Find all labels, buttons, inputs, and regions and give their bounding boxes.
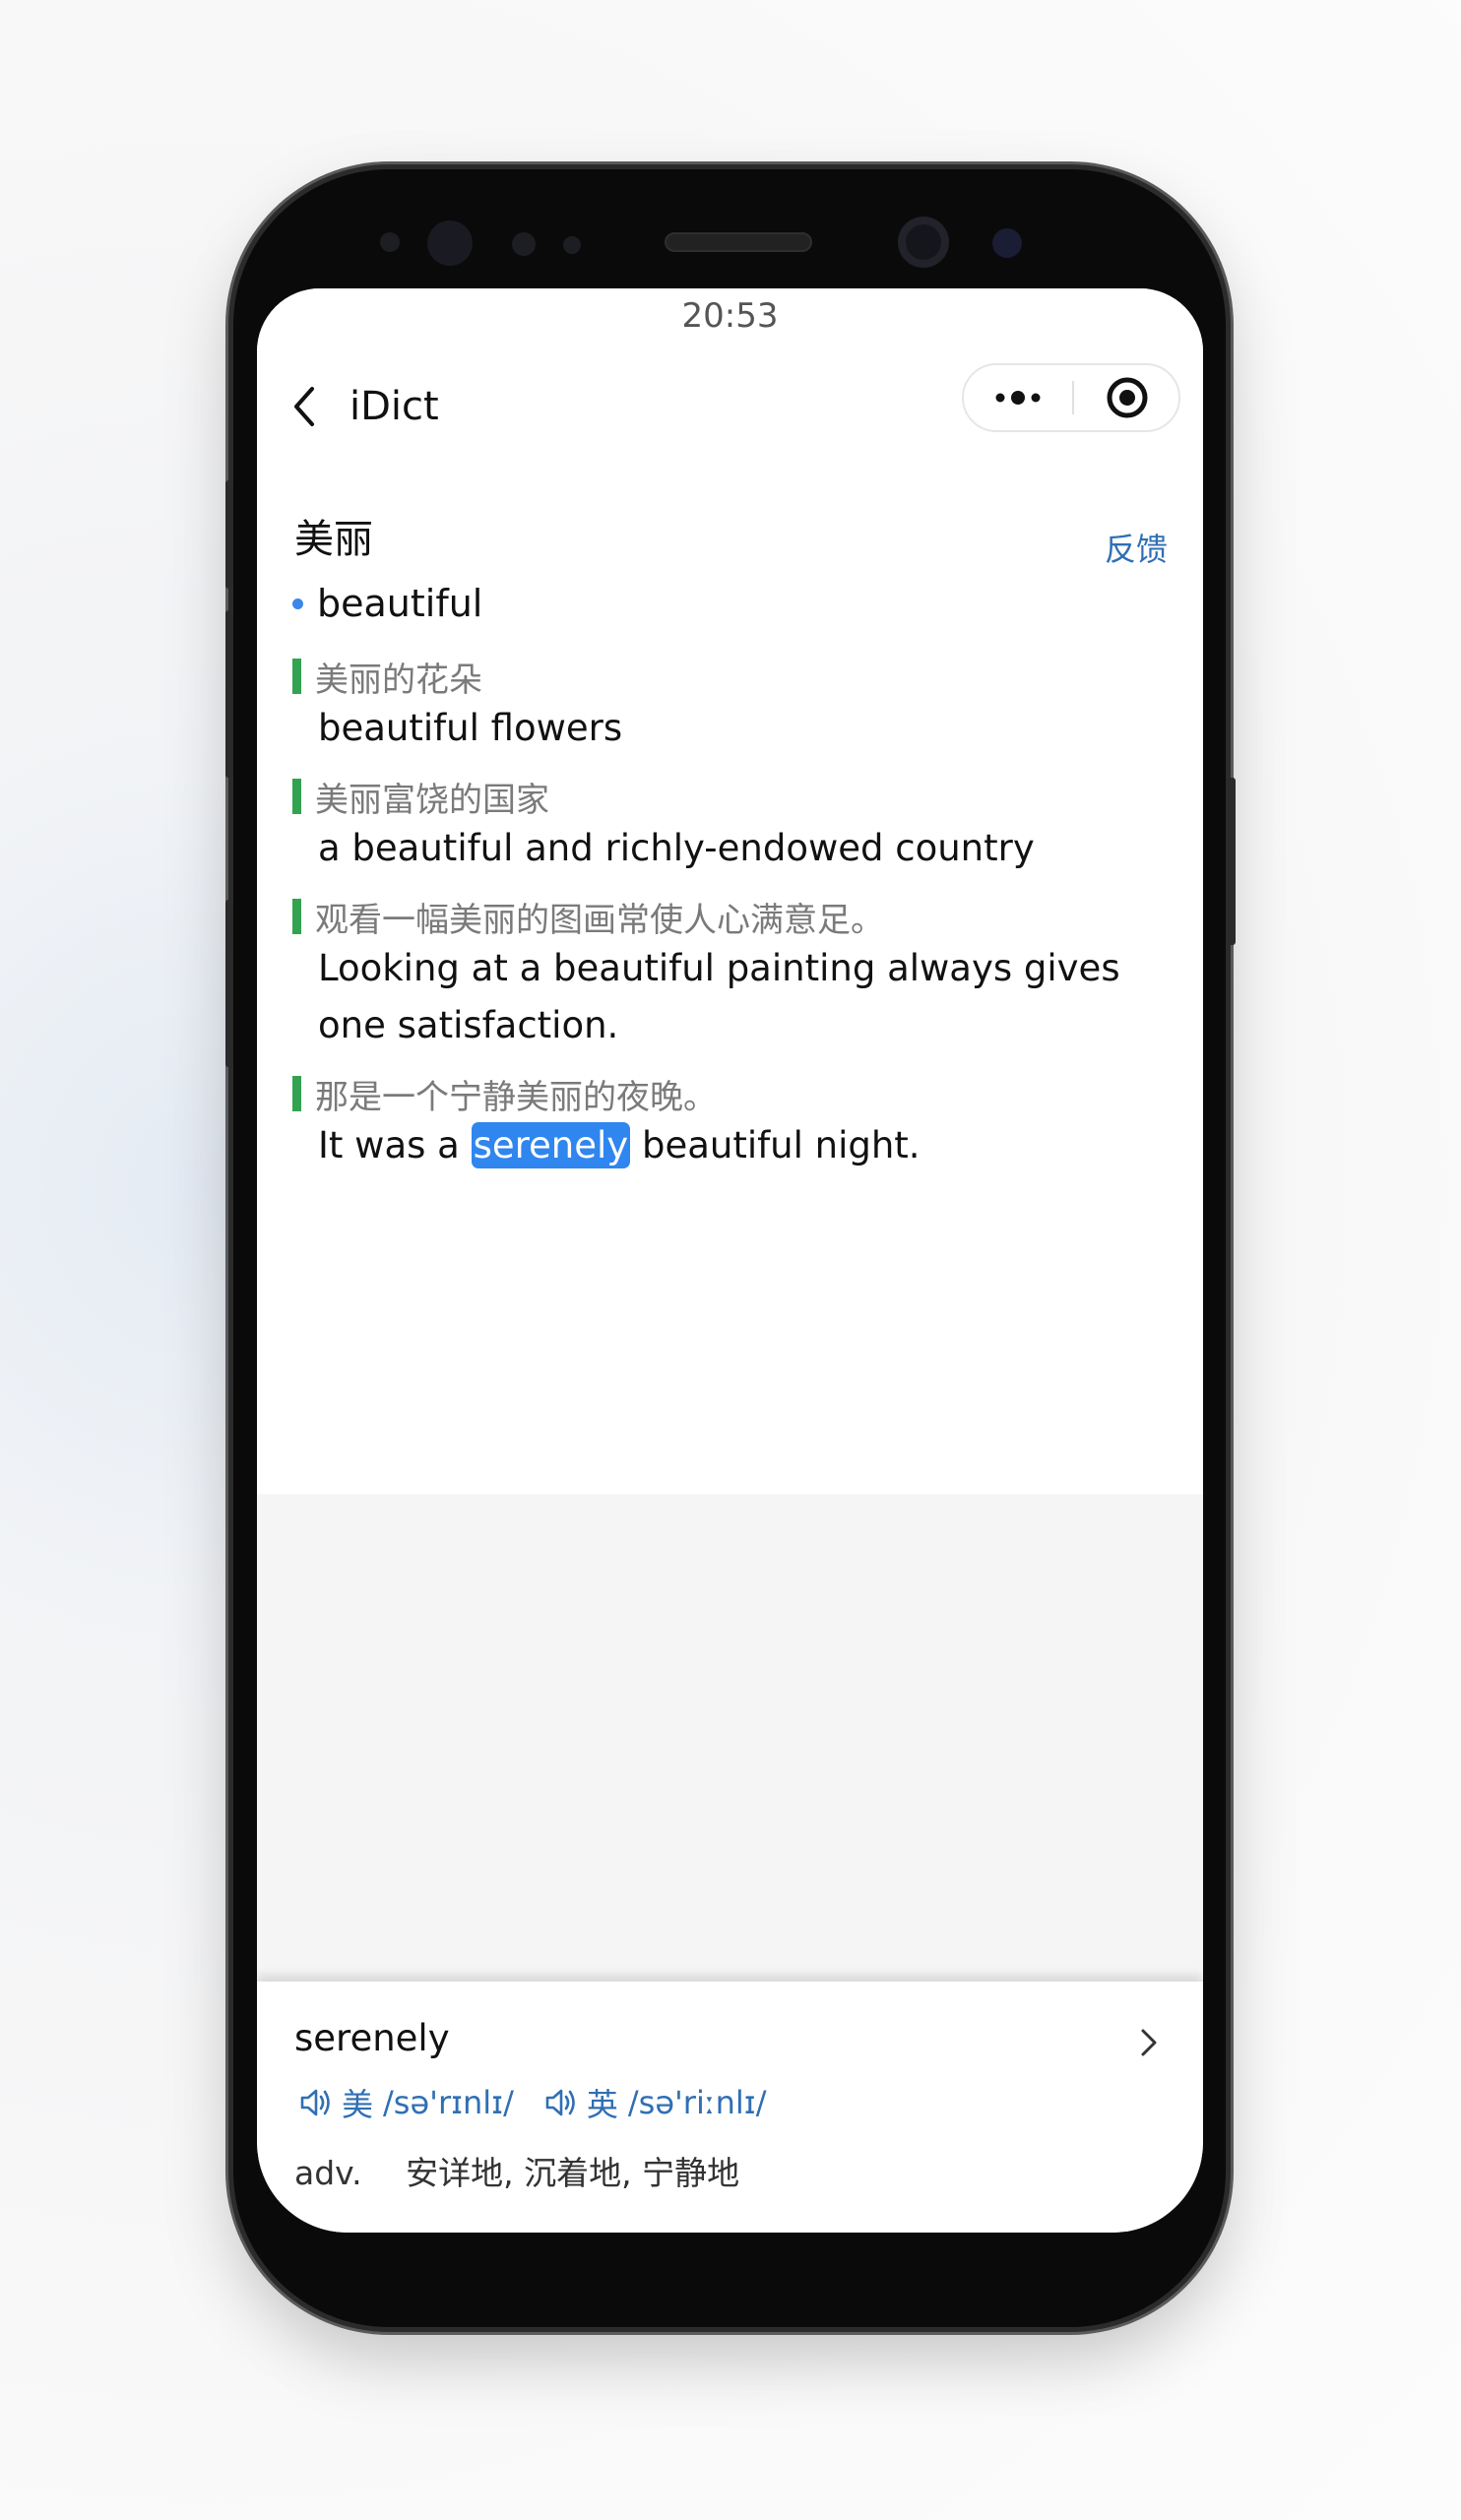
content-area: 20:53 iDict 美丽 反馈 beautiful 美丽的花朵 beauti…	[257, 288, 1203, 1494]
speaker-icon	[300, 2089, 330, 2116]
highlighted-word[interactable]: serenely	[471, 1122, 631, 1168]
example-chinese: 美丽富饶的国家	[292, 773, 1159, 820]
word-lookup-card[interactable]: serenely 美 /sə'rɪnlɪ/ 英 /sə'riːnlɪ/ adv.…	[257, 1982, 1203, 2233]
us-label: 美	[342, 2086, 374, 2123]
phone-side-button	[225, 480, 233, 589]
example-item: 那是一个宁静美丽的夜晚。 It was a serenely beautiful…	[292, 1070, 1159, 1174]
headword: 美丽	[294, 517, 373, 562]
mini-program-capsule	[962, 363, 1180, 432]
more-dots-icon	[995, 391, 1041, 405]
example-chinese: 那是一个宁静美丽的夜晚。	[292, 1070, 1159, 1117]
chevron-left-icon	[294, 387, 314, 426]
back-button[interactable]	[283, 377, 326, 436]
lookup-word: serenely	[294, 2017, 450, 2059]
feedback-link[interactable]: 反馈	[1105, 525, 1168, 570]
meaning-item: beautiful	[292, 582, 482, 625]
example-english: Looking at a beautiful painting always g…	[318, 947, 1120, 1046]
example-text-after: beautiful night.	[641, 1124, 921, 1166]
screen: 20:53 iDict 美丽 反馈 beautiful 美丽的花朵 beauti…	[257, 288, 1203, 2233]
example-english: beautiful flowers	[318, 707, 623, 749]
uk-label: 英	[586, 2086, 618, 2123]
more-button[interactable]	[964, 365, 1072, 430]
definition-row: adv. 安详地, 沉着地, 宁静地	[294, 2147, 739, 2194]
bullet-dot-icon	[292, 598, 303, 609]
example-english: a beautiful and richly-endowed country	[318, 827, 1035, 869]
phone-side-button	[225, 900, 233, 1067]
uk-phonetic: /sə'riːnlɪ/	[627, 2084, 767, 2121]
example-item: 美丽富饶的国家 a beautiful and richly-endowed c…	[292, 773, 1159, 877]
example-chinese-text: 美丽富饶的国家	[315, 780, 549, 820]
example-english: It was a serenely beautiful night.	[318, 1117, 1159, 1174]
uk-pronunciation-button[interactable]: 英 /sə'riːnlɪ/	[543, 2080, 767, 2125]
definition-text: 安详地, 沉着地, 宁静地	[406, 2154, 740, 2192]
sensor-dot	[992, 228, 1022, 258]
sensor-dot	[563, 236, 581, 254]
part-of-speech: adv.	[294, 2154, 362, 2192]
example-bar	[292, 1076, 301, 1111]
us-phonetic: /sə'rɪnlɪ/	[383, 2084, 514, 2121]
example-chinese-text: 观看一幅美丽的图画常使人心满意足。	[315, 900, 884, 940]
earpiece-speaker	[665, 232, 812, 252]
sensor-dot	[380, 232, 400, 252]
us-pronunciation-button[interactable]: 美 /sə'rɪnlɪ/	[298, 2080, 514, 2125]
status-time: 20:53	[681, 296, 779, 336]
example-chinese: 观看一幅美丽的图画常使人心满意足。	[292, 893, 1159, 940]
pronunciation-row: 美 /sə'rɪnlɪ/ 英 /sə'riːnlɪ/	[298, 2080, 795, 2125]
front-camera	[898, 217, 949, 268]
phone-side-button	[225, 610, 233, 778]
speaker-icon	[545, 2089, 575, 2116]
sensor-dot	[512, 232, 536, 256]
phone-side-button	[1228, 778, 1236, 945]
example-item: 美丽的花朵 beautiful flowers	[292, 653, 1159, 757]
example-chinese: 美丽的花朵	[292, 653, 1159, 700]
chevron-right-icon	[1141, 2029, 1157, 2056]
meaning-text: beautiful	[317, 582, 483, 625]
app-title: iDict	[349, 384, 439, 429]
example-chinese-text: 那是一个宁静美丽的夜晚。	[315, 1077, 717, 1117]
example-item: 观看一幅美丽的图画常使人心满意足。 Looking at a beautiful…	[292, 893, 1159, 1054]
open-word-button[interactable]	[1134, 2021, 1164, 2064]
example-text-before: It was a	[318, 1124, 460, 1166]
iris-sensor	[427, 220, 473, 266]
example-bar	[292, 779, 301, 814]
example-bar	[292, 899, 301, 934]
example-bar	[292, 659, 301, 694]
example-list: 美丽的花朵 beautiful flowers 美丽富饶的国家 a beauti…	[292, 653, 1159, 1190]
close-button[interactable]	[1074, 365, 1180, 430]
example-chinese-text: 美丽的花朵	[315, 660, 482, 700]
target-circle-icon	[1107, 377, 1148, 418]
